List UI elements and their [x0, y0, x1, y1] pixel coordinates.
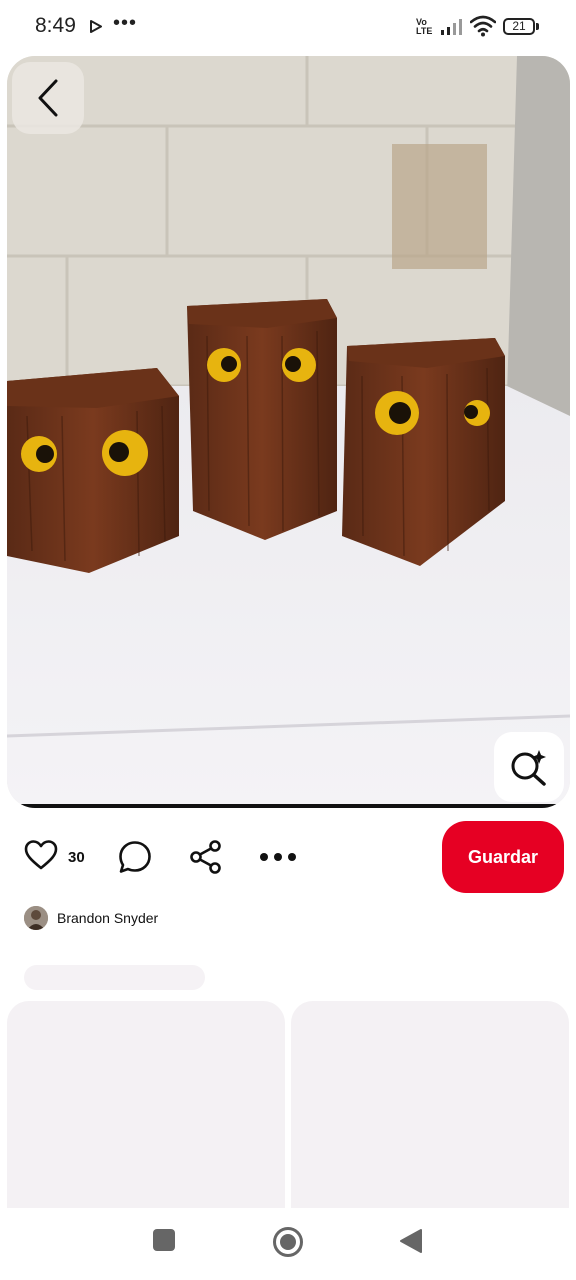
loading-placeholder-card-right	[291, 1001, 569, 1211]
avatar[interactable]	[24, 906, 48, 930]
triangle-back-icon[interactable]	[399, 1228, 423, 1254]
wifi-icon	[470, 15, 496, 37]
share-button[interactable]	[189, 840, 223, 874]
share-icon	[190, 840, 221, 874]
author-row[interactable]: Brandon Snyder	[24, 905, 158, 931]
circle-home-icon[interactable]	[272, 1226, 304, 1258]
visual-search-button[interactable]	[494, 732, 564, 802]
pin-actions-bar: 30 Guardar	[0, 818, 576, 896]
comment-button[interactable]	[118, 840, 152, 874]
like-count: 30	[68, 849, 85, 866]
chevron-left-icon	[38, 79, 58, 117]
heart-icon	[24, 840, 58, 870]
volte-indicator: Vo LTE	[416, 18, 432, 36]
save-button[interactable]: Guardar	[442, 821, 564, 893]
system-navigation-bar	[0, 1208, 576, 1280]
square-icon[interactable]	[152, 1228, 176, 1252]
author-name[interactable]: Brandon Snyder	[57, 910, 158, 926]
pin-image	[7, 56, 570, 808]
volte-label-bottom: LTE	[416, 26, 433, 36]
loading-placeholder-card-left	[7, 1001, 285, 1211]
play-notification-icon	[90, 20, 102, 33]
avatar-image	[24, 906, 48, 930]
battery-indicator: 21	[503, 18, 539, 35]
like-button[interactable]	[24, 840, 58, 870]
image-bottom-edge	[7, 804, 570, 808]
more-notifications-icon: •••	[113, 12, 138, 34]
visual-search-icon	[511, 750, 546, 786]
signal-icon	[441, 19, 462, 35]
status-bar: 8:49 ••• Vo LTE 21	[0, 0, 576, 56]
pin-image-container[interactable]	[7, 56, 570, 808]
comment-icon	[119, 841, 151, 873]
loading-placeholder-line	[24, 965, 205, 990]
back-button[interactable]	[12, 62, 84, 134]
status-time: 8:49	[35, 14, 76, 37]
more-icon	[260, 853, 296, 861]
more-options-button[interactable]	[258, 840, 298, 874]
